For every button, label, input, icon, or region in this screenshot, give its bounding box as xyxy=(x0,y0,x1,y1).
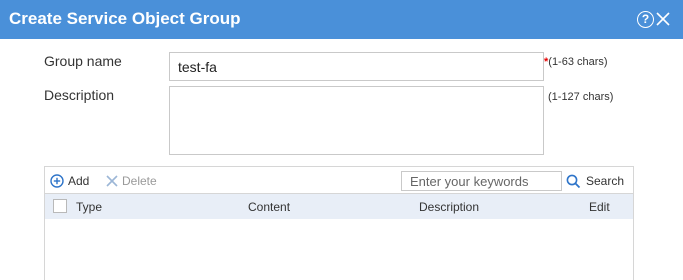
search-icon xyxy=(566,174,581,188)
group-name-label: Group name xyxy=(44,53,122,69)
add-icon xyxy=(50,174,64,188)
column-header-edit: Edit xyxy=(589,200,610,214)
close-icon[interactable] xyxy=(656,12,670,26)
delete-button[interactable]: Delete xyxy=(106,173,157,189)
description-label: Description xyxy=(44,87,115,103)
members-panel: Add Delete Search Type Content Descripti… xyxy=(44,166,634,280)
table-header: Type Content Description Edit xyxy=(45,193,633,219)
search-input[interactable] xyxy=(401,171,562,191)
group-name-input[interactable] xyxy=(169,52,544,81)
description-input[interactable] xyxy=(169,86,544,155)
group-name-hint-text: (1-63 chars) xyxy=(548,56,608,68)
delete-button-label: Delete xyxy=(122,174,157,188)
search-button-label: Search xyxy=(586,174,625,188)
dialog-titlebar: Create Service Object Group ? xyxy=(0,0,683,39)
search-button[interactable]: Search xyxy=(566,172,624,190)
column-header-content[interactable]: Content xyxy=(248,200,290,214)
add-button-label: Add xyxy=(68,174,90,188)
column-header-type[interactable]: Type xyxy=(76,200,102,214)
help-icon[interactable]: ? xyxy=(637,11,654,28)
select-all-checkbox[interactable] xyxy=(53,199,67,213)
add-button[interactable]: Add xyxy=(50,173,89,189)
group-name-hint: *(1-63 chars) xyxy=(544,56,608,69)
description-hint: (1-127 chars) xyxy=(548,91,614,103)
delete-icon xyxy=(106,175,118,187)
dialog-title: Create Service Object Group xyxy=(9,9,241,28)
column-header-description[interactable]: Description xyxy=(419,200,479,214)
